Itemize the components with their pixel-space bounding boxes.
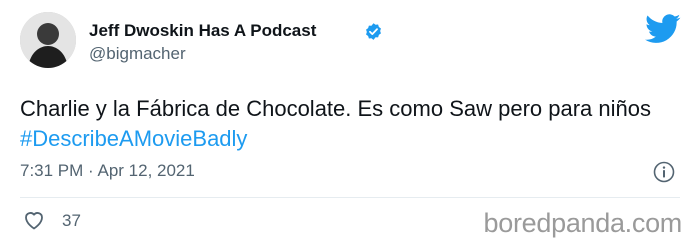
like-count: 37: [62, 211, 81, 230]
heart-icon[interactable]: [22, 208, 46, 232]
tweet-text: Charlie y la Fábrica de Chocolate. Es co…: [20, 94, 680, 154]
divider: [20, 197, 680, 198]
tweet-body: Charlie y la Fábrica de Chocolate. Es co…: [20, 96, 651, 121]
author-handle[interactable]: @bigmacher: [89, 44, 186, 64]
twitter-bird-icon[interactable]: [645, 14, 681, 44]
tweet-timestamp[interactable]: 7:31 PM · Apr 12, 2021: [20, 161, 195, 181]
info-icon[interactable]: [653, 161, 675, 183]
watermark: boredpanda.com: [483, 208, 683, 238]
verified-badge-icon: [366, 23, 381, 40]
author-display-name[interactable]: Jeff Dwoskin Has A Podcast: [89, 21, 316, 41]
hashtag-link[interactable]: #DescribeAMovieBadly: [20, 126, 247, 151]
avatar[interactable]: [20, 12, 76, 68]
